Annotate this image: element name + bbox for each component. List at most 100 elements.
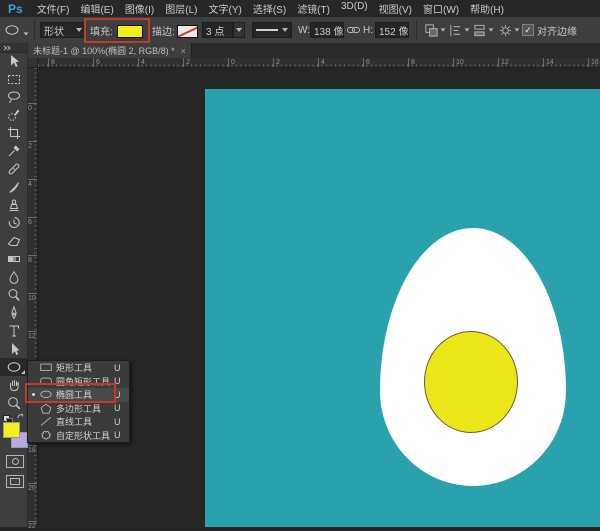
double-chevron-icon bbox=[3, 45, 12, 51]
flyout-item-line-tool[interactable]: 直线工具U bbox=[28, 415, 129, 429]
tool-mode-value: 形状 bbox=[44, 23, 64, 38]
height-value: 152 像素 bbox=[379, 23, 409, 38]
ruler-label: 10 bbox=[28, 293, 37, 303]
custom-shape-icon bbox=[38, 430, 54, 443]
gradient-tool[interactable] bbox=[0, 250, 27, 268]
height-field[interactable]: 152 像素 bbox=[375, 22, 409, 38]
ruler-label: 22 bbox=[28, 521, 37, 531]
screen-mode-button[interactable] bbox=[6, 475, 24, 488]
menu-item[interactable]: 图层(L) bbox=[165, 1, 197, 16]
type-tool[interactable] bbox=[0, 322, 27, 340]
menu-item[interactable]: 图像(I) bbox=[125, 1, 154, 16]
marquee-tool[interactable] bbox=[0, 70, 27, 88]
swap-colors-icon bbox=[17, 413, 25, 421]
clone-stamp-tool[interactable] bbox=[0, 196, 27, 214]
flyout-item-custom-shape-tool[interactable]: 自定形状工具U bbox=[28, 429, 129, 443]
hand-tool[interactable] bbox=[0, 376, 27, 394]
tool-mode-select[interactable]: 形状 bbox=[40, 22, 86, 38]
gradient-icon bbox=[6, 251, 22, 267]
ruler-label: 10 bbox=[453, 58, 464, 67]
crop-tool[interactable] bbox=[0, 124, 27, 142]
foreground-color-swatch[interactable] bbox=[3, 422, 20, 438]
tool-preset-dropdown[interactable] bbox=[4, 22, 29, 38]
height-label: H: bbox=[363, 22, 373, 38]
menu-item[interactable]: 视图(V) bbox=[379, 1, 412, 16]
eraser-tool[interactable] bbox=[0, 232, 27, 250]
width-value: 138 像素 bbox=[314, 23, 344, 38]
egg-yolk-ellipse-shape[interactable] bbox=[424, 331, 518, 433]
menu-item[interactable]: 选择(S) bbox=[253, 1, 286, 16]
quick-mask-button[interactable] bbox=[6, 455, 24, 468]
healing-brush-tool[interactable] bbox=[0, 160, 27, 178]
move-tool[interactable] bbox=[0, 52, 27, 70]
stroke-type-dropdown[interactable] bbox=[252, 22, 292, 38]
close-tab-icon[interactable]: × bbox=[181, 46, 186, 56]
link-dimensions-icon[interactable] bbox=[347, 22, 360, 38]
path-select-tool[interactable] bbox=[0, 340, 27, 358]
ruler-label: 20 bbox=[28, 483, 37, 493]
dodge-tool[interactable] bbox=[0, 286, 27, 304]
menu-item[interactable]: 3D(D) bbox=[341, 1, 368, 16]
path-arrangement-button[interactable] bbox=[472, 22, 494, 38]
crop-icon bbox=[6, 125, 22, 141]
ruler-label: 12 bbox=[28, 331, 37, 341]
zoom-icon bbox=[6, 395, 22, 411]
flyout-item-shortcut: U bbox=[114, 403, 121, 413]
brush-icon bbox=[6, 179, 22, 195]
menu-item[interactable]: 窗口(W) bbox=[423, 1, 459, 16]
brush-tool[interactable] bbox=[0, 178, 27, 196]
blur-tool[interactable] bbox=[0, 268, 27, 286]
solid-line-icon bbox=[256, 29, 278, 31]
quick-select-tool[interactable] bbox=[0, 106, 27, 124]
stroke-width-field[interactable]: 3 点 bbox=[202, 22, 233, 38]
pen-tool[interactable] bbox=[0, 304, 27, 322]
flyout-item-label: 直线工具 bbox=[56, 415, 92, 428]
ruler-label: 2 bbox=[273, 58, 280, 67]
menu-item[interactable]: 帮助(H) bbox=[470, 1, 504, 16]
annotation-box-fill bbox=[84, 18, 150, 43]
line-icon bbox=[38, 416, 54, 429]
horizontal-ruler[interactable]: 86420246810121416 bbox=[38, 58, 600, 68]
ruler-label: 8 bbox=[408, 58, 415, 67]
polygon-icon bbox=[38, 403, 54, 416]
ellipse-shape-tool[interactable] bbox=[0, 358, 27, 376]
menu-item[interactable]: 文字(Y) bbox=[209, 1, 242, 16]
photoshop-logo: Ps bbox=[8, 2, 23, 16]
eyedropper-icon bbox=[6, 143, 22, 159]
align-edges-checkbox[interactable]: ✓ bbox=[522, 22, 534, 38]
blur-icon bbox=[6, 269, 22, 285]
ruler-label: 4 bbox=[318, 58, 325, 67]
move-icon bbox=[6, 53, 22, 69]
flyout-item-label: 自定形状工具 bbox=[56, 429, 110, 442]
flyout-item-polygon-tool[interactable]: 多边形工具U bbox=[28, 402, 129, 416]
menu-item[interactable]: 编辑(E) bbox=[80, 1, 113, 16]
ruler-label: 2 bbox=[28, 141, 37, 151]
clone-stamp-icon bbox=[6, 197, 22, 213]
hand-icon bbox=[6, 377, 22, 393]
path-alignment-button[interactable] bbox=[448, 22, 470, 38]
tools-panel bbox=[0, 43, 28, 527]
path-operations-button[interactable] bbox=[424, 22, 446, 38]
menu-item[interactable]: 文件(F) bbox=[37, 1, 70, 16]
width-label: W: bbox=[298, 22, 310, 38]
flyout-item-rect-tool[interactable]: 矩形工具U bbox=[28, 361, 129, 375]
stroke-width-dropdown[interactable] bbox=[233, 22, 245, 38]
ruler-label: 16 bbox=[588, 58, 599, 67]
ruler-label: 14 bbox=[543, 58, 554, 67]
eyedropper-tool[interactable] bbox=[0, 142, 27, 160]
lasso-tool[interactable] bbox=[0, 88, 27, 106]
stroke-swatch[interactable] bbox=[177, 23, 198, 39]
marquee-icon bbox=[6, 71, 22, 87]
ruler-label: 8 bbox=[48, 58, 55, 67]
width-field[interactable]: 138 像素 bbox=[310, 22, 344, 38]
ruler-label: 12 bbox=[498, 58, 509, 67]
history-brush-tool[interactable] bbox=[0, 214, 27, 232]
quick-select-icon bbox=[6, 107, 22, 123]
document-tab[interactable]: 未标题-1 @ 100%(椭圆 2, RGB/8) * × bbox=[28, 43, 192, 58]
zoom-tool[interactable] bbox=[0, 394, 27, 412]
menu-item[interactable]: 滤镜(T) bbox=[297, 1, 330, 16]
stroke-label: 描边: bbox=[152, 22, 175, 38]
flyout-item-shortcut: U bbox=[114, 363, 121, 373]
vertical-ruler[interactable]: 0246810121416182022 bbox=[28, 68, 38, 527]
geometry-options-gear-button[interactable] bbox=[498, 22, 520, 38]
